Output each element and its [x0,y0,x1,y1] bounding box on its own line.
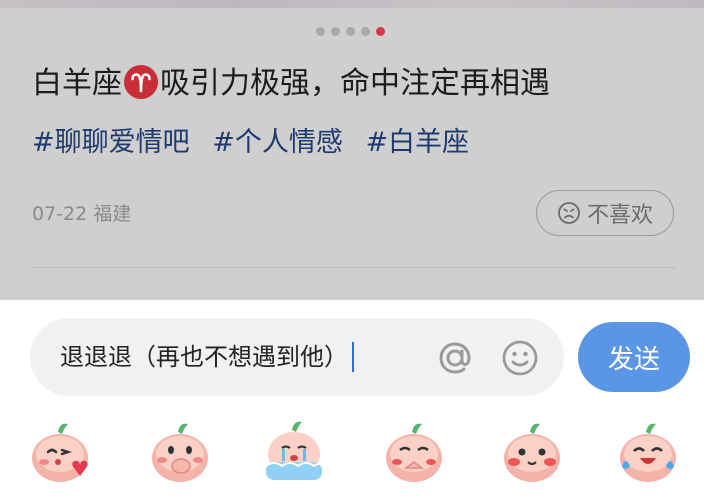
post-title-part1: 白羊座 [32,66,122,101]
pager-dot [361,27,370,36]
pager-dot [346,27,355,36]
dislike-label: 不喜欢 [586,203,653,228]
tag-link[interactable]: #个人情感 [212,127,343,158]
comment-input[interactable]: 退退退（再也不想遇到他） [30,318,564,396]
post-title-part2: 吸引力极强，命中注定再相遇 [160,66,550,101]
dislike-button[interactable]: 不喜欢 [536,190,674,236]
pager-dot [331,27,340,36]
tag-link[interactable]: #聊聊爱情吧 [32,127,190,158]
pager-dot-active [376,27,385,36]
divider [30,267,676,268]
post-area: 白羊座 吸引力极强，命中注定再相遇 #聊聊爱情吧 #个人情感 #白羊座 07-22… [0,0,704,300]
post-date: 07-22 [32,203,88,225]
comment-input-value: 退退退（再也不想遇到他） [60,343,348,371]
smiley-icon[interactable] [500,338,540,378]
aries-icon [124,65,158,99]
post-meta: 07-22 福建 [32,200,131,228]
sticker-blushing[interactable] [500,418,564,484]
tag-list: #聊聊爱情吧 #个人情感 #白羊座 [32,122,483,164]
at-icon[interactable] [435,338,475,378]
pager-dot [316,27,325,36]
sticker-laugh-cry[interactable] [616,418,680,484]
comment-input-text[interactable]: 退退退（再也不想遇到他） [60,338,354,376]
image-pager [316,27,385,37]
post-image-edge[interactable] [0,0,704,8]
post-title: 白羊座 吸引力极强，命中注定再相遇 [32,62,692,106]
post-location: 福建 [93,203,132,225]
send-button[interactable]: 发送 [578,322,690,392]
sticker-kiss-heart[interactable] [28,418,92,484]
tag-link[interactable]: #白羊座 [365,127,469,158]
text-caret [352,342,354,372]
sticker-pleading[interactable] [382,418,446,484]
frown-icon [558,202,580,224]
sticker-cover-mouth[interactable] [148,418,212,484]
sticker-crying-in-water[interactable] [262,418,326,484]
